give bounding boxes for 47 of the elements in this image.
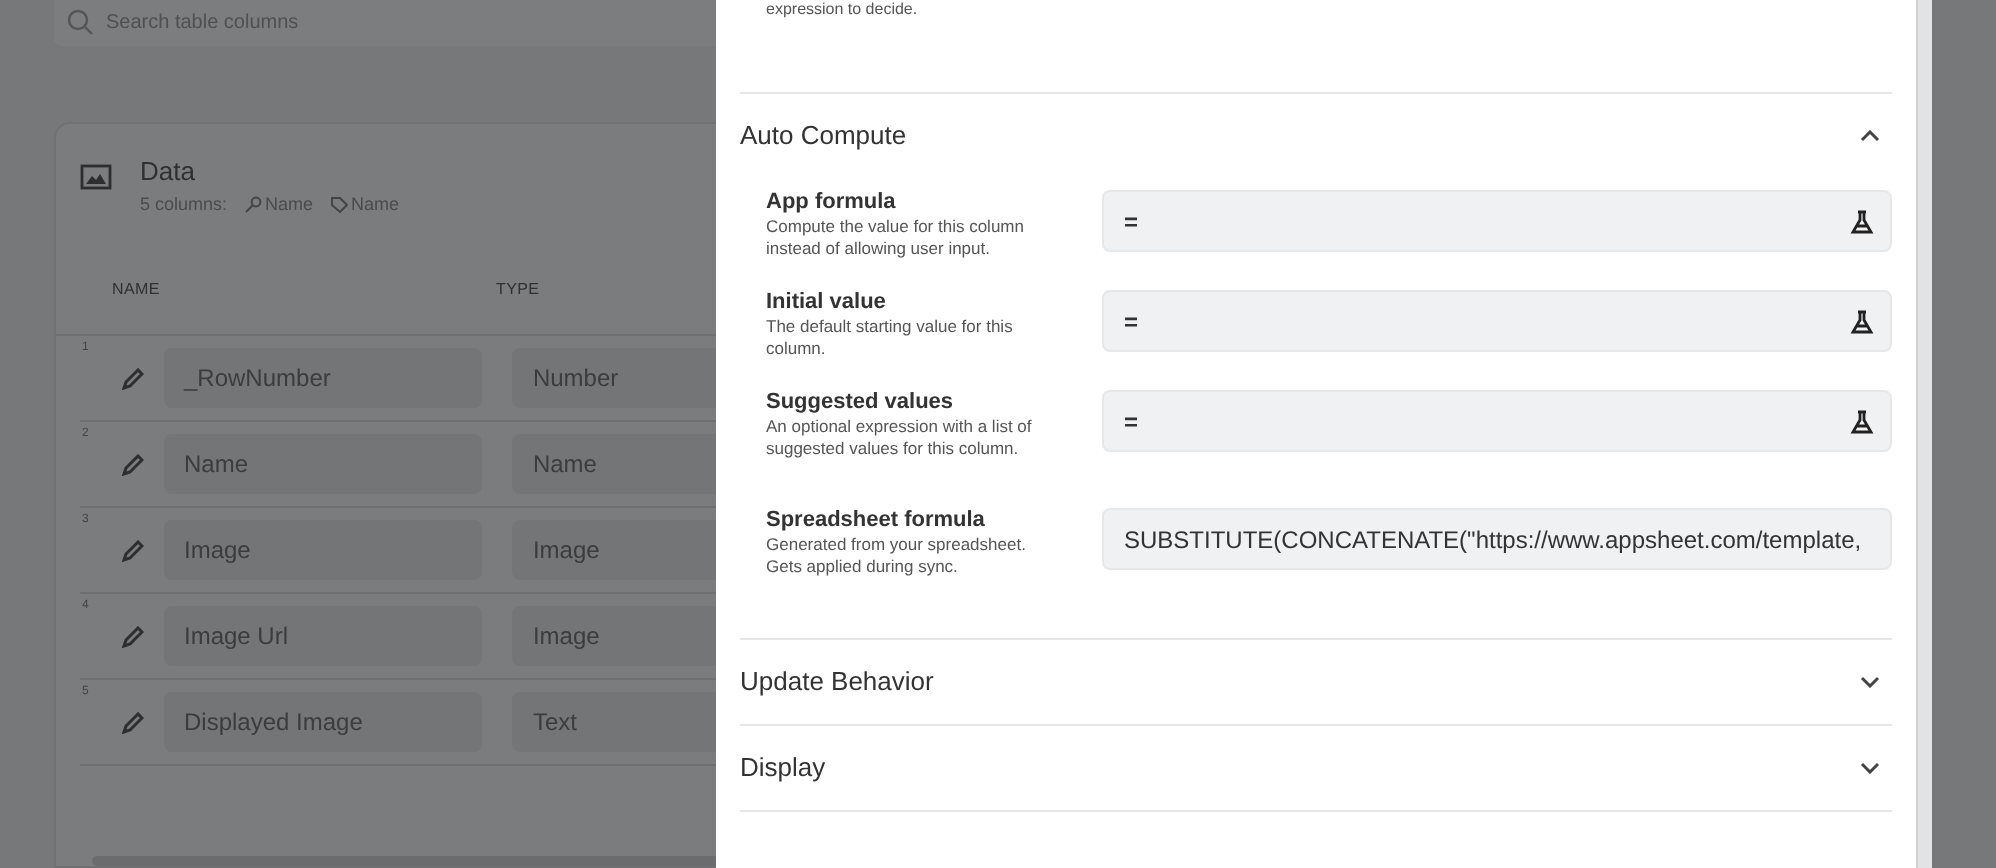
field-help: Compute the value for this column instead of allowing user input. <box>766 216 1026 260</box>
pencil-icon[interactable] <box>122 711 144 733</box>
field-label: Spreadsheet formula <box>766 508 987 534</box>
column-header: NAME <box>110 278 162 302</box>
expression-field[interactable]: = <box>1102 390 1892 452</box>
column-name-field[interactable]: Image <box>164 520 483 580</box>
field-help: An optional expression with a list of suggested values for this column. <box>766 416 1034 460</box>
pencil-icon[interactable] <box>122 453 144 475</box>
section-header[interactable]: Update Behavior <box>740 640 1892 724</box>
pencil-icon[interactable] <box>122 367 144 389</box>
section-title: Display <box>740 750 826 787</box>
chevron-down-icon[interactable] <box>1860 762 1880 774</box>
column-type-field[interactable]: Number <box>512 348 716 408</box>
field-help: Generated from your spreadsheet. Gets applied during sync. <box>766 534 1028 578</box>
column-type-field[interactable]: Image <box>512 520 716 580</box>
pencil-icon[interactable] <box>122 539 144 561</box>
column-type-field[interactable]: Image <box>512 606 716 666</box>
image-icon <box>80 164 112 190</box>
column-type-field[interactable]: Text <box>512 692 716 752</box>
column-name-field[interactable]: Displayed Image <box>164 692 483 752</box>
column-name-field[interactable]: _RowNumber <box>164 348 483 408</box>
scrollbar[interactable] <box>1916 0 1932 868</box>
search-icon <box>66 8 94 36</box>
pencil-icon[interactable] <box>122 625 144 647</box>
table-title: Data <box>140 154 197 190</box>
column-header: TYPE <box>496 278 540 302</box>
flask-icon[interactable] <box>1850 409 1874 433</box>
section-header[interactable]: Auto Compute <box>740 94 1892 178</box>
field-label: App formula <box>766 190 898 216</box>
field-label: Suggested values <box>766 390 956 416</box>
field-help: The default starting value for this column. <box>766 316 1015 360</box>
section-header[interactable]: Display <box>740 726 1892 810</box>
tag-icon <box>329 195 348 214</box>
formula-field[interactable]: SUBSTITUTE(CONCATENATE("https://www.appsheet.com/template, <box>1102 508 1892 570</box>
flask-icon[interactable] <box>1850 309 1874 333</box>
field-label: Initial value <box>766 290 888 316</box>
section-title: Auto Compute <box>740 118 907 155</box>
description-text: expression to decide. <box>764 0 918 20</box>
expression-field[interactable]: = <box>1102 290 1892 352</box>
expression-field[interactable]: = <box>1102 190 1892 252</box>
column-name-field[interactable]: Image Url <box>164 606 483 666</box>
section-title: Update Behavior <box>740 664 934 701</box>
column-type-field[interactable]: Name <box>512 434 716 494</box>
column-name-field[interactable]: Name <box>164 434 483 494</box>
chevron-up-icon[interactable] <box>1860 130 1880 142</box>
chevron-down-icon[interactable] <box>1860 676 1880 688</box>
flask-icon[interactable] <box>1850 209 1874 233</box>
